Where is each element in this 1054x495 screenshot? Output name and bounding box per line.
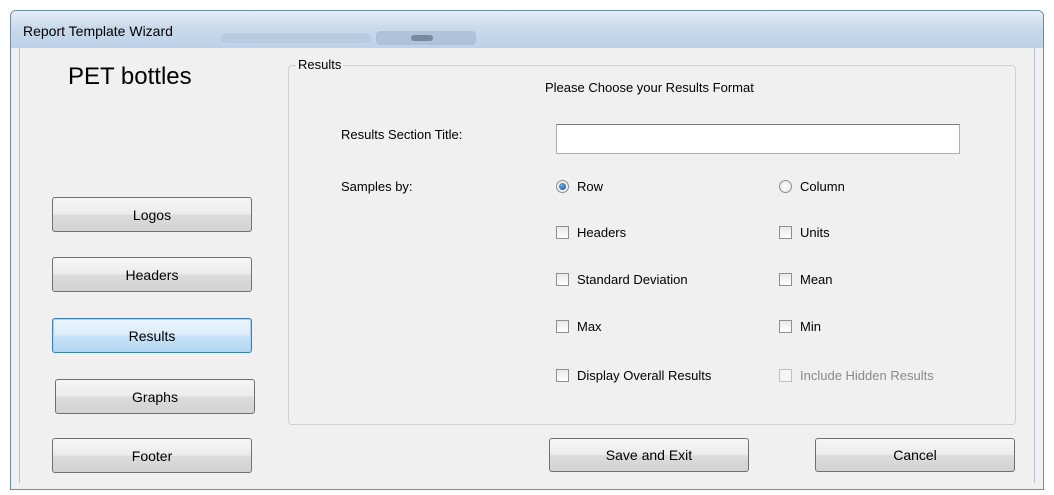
product-title: PET bottles <box>68 63 192 90</box>
titlebar-background-blur <box>221 33 371 43</box>
samples-by-row-radio[interactable]: Row <box>556 179 603 194</box>
titlebar-background-blur <box>411 35 433 41</box>
radio-label: Row <box>577 179 604 194</box>
checkbox-icon <box>556 273 569 286</box>
checkbox-label: Include Hidden Results <box>800 368 934 383</box>
cancel-button[interactable]: Cancel <box>815 438 1015 472</box>
results-group-label: Results <box>296 57 344 72</box>
checkbox-label: Display Overall Results <box>577 368 712 383</box>
samples-by-column-radio[interactable]: Column <box>779 179 845 194</box>
display-overall-results-checkbox[interactable]: Display Overall Results <box>556 368 711 383</box>
samples-by-label: Samples by: <box>341 179 413 194</box>
checkbox-label: Min <box>800 319 821 334</box>
checkbox-icon <box>779 369 792 382</box>
nav-button-results[interactable]: Results <box>52 318 252 353</box>
headers-checkbox[interactable]: Headers <box>556 225 626 240</box>
include-hidden-results-checkbox: Include Hidden Results <box>779 368 934 383</box>
title-bar[interactable]: Report Template Wizard <box>11 11 1043 48</box>
window-title: Report Template Wizard <box>23 23 173 39</box>
nav-button-headers[interactable]: Headers <box>52 257 252 292</box>
checkbox-icon <box>556 320 569 333</box>
checkbox-label: Headers <box>577 225 627 240</box>
units-checkbox[interactable]: Units <box>779 225 830 240</box>
radio-selected-icon <box>556 180 569 193</box>
max-checkbox[interactable]: Max <box>556 319 602 334</box>
checkbox-label: Units <box>800 225 830 240</box>
save-and-exit-button[interactable]: Save and Exit <box>549 438 749 472</box>
nav-button-graphs[interactable]: Graphs <box>55 379 255 414</box>
radio-label: Column <box>800 179 845 194</box>
nav-button-footer[interactable]: Footer <box>52 438 252 473</box>
checkbox-icon <box>779 273 792 286</box>
radio-unselected-icon <box>779 180 792 193</box>
checkbox-icon <box>556 369 569 382</box>
checkbox-icon <box>556 226 569 239</box>
mean-checkbox[interactable]: Mean <box>779 272 833 287</box>
standard-deviation-checkbox[interactable]: Standard Deviation <box>556 272 688 287</box>
nav-button-logos[interactable]: Logos <box>52 197 252 232</box>
results-section-title-label: Results Section Title: <box>341 127 463 142</box>
checkbox-label: Mean <box>800 272 833 287</box>
checkbox-label: Standard Deviation <box>577 272 688 287</box>
checkbox-label: Max <box>577 319 602 334</box>
results-format-prompt: Please Choose your Results Format <box>545 80 754 95</box>
min-checkbox[interactable]: Min <box>779 319 821 334</box>
checkbox-icon <box>779 320 792 333</box>
results-section-title-input[interactable] <box>556 124 960 154</box>
checkbox-icon <box>779 226 792 239</box>
